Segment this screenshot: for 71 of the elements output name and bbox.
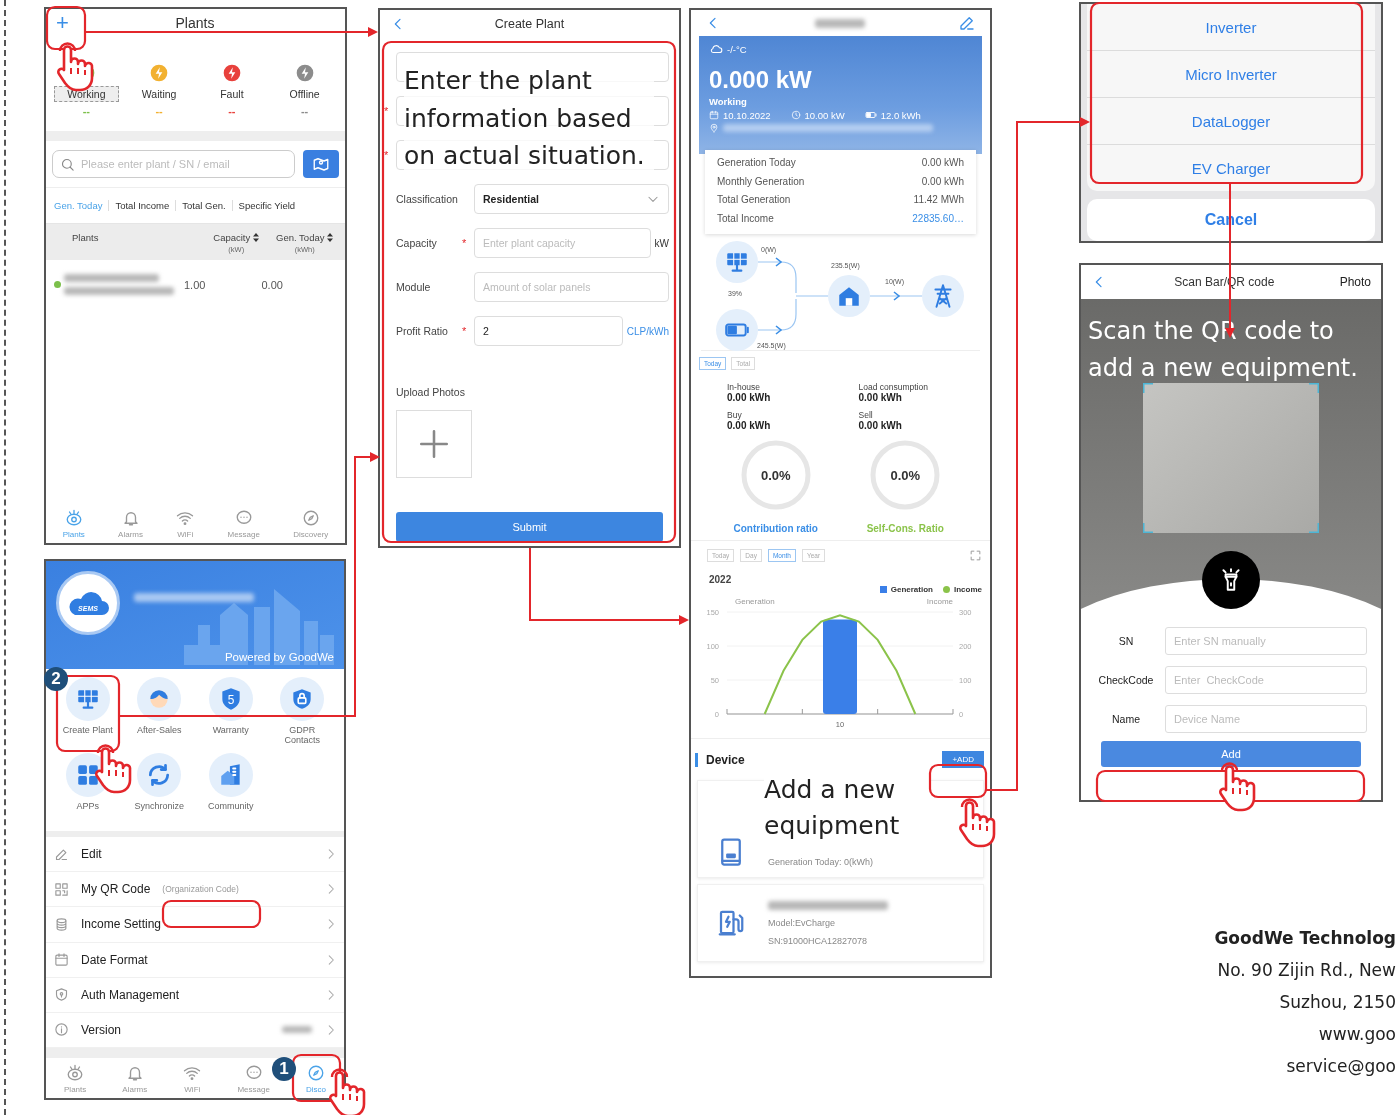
required-mark: * — [462, 325, 468, 337]
date-text: 10.10.2022 — [723, 109, 771, 121]
stat-label: Generation Today — [717, 156, 796, 170]
stat-value: 22835.60… — [912, 211, 964, 226]
service-label: GDPR Contacts — [283, 725, 321, 747]
field-label: Capacity — [396, 237, 438, 249]
required-mark: * — [384, 149, 389, 161]
energy-value: 0.00 kWh — [727, 420, 772, 431]
required-mark: * — [384, 105, 389, 117]
chart-title: 2022 — [708, 573, 733, 585]
status-count: -- — [82, 105, 91, 117]
powered-by-text: Powered by GoodWe — [224, 651, 334, 663]
stat-value: 0.00 kWh — [921, 156, 964, 170]
service-label: Create Plant — [61, 725, 114, 737]
field-label: CheckCode — [1097, 674, 1155, 686]
field-label: Classification — [396, 193, 456, 205]
unit-label: kW — [653, 237, 669, 249]
column-header: Gen. Today — [276, 232, 325, 243]
device-info: Generation Today: 0(kWh) — [768, 857, 873, 867]
stat-label: Monthly Generation — [717, 174, 805, 189]
field-label: Upload Photos — [396, 386, 466, 398]
service-label: APPs — [75, 801, 100, 813]
screen-title: Plants — [175, 15, 215, 31]
column-header: Plants — [72, 232, 99, 243]
address-text: Suzhou, 2150 — [1279, 992, 1396, 1012]
axis-title: Generation — [735, 597, 775, 606]
energy-value: 0.00 kWh — [727, 392, 772, 403]
status-count: -- — [300, 105, 309, 117]
column-header: Capacity — [213, 232, 251, 243]
status-count: -- — [228, 105, 236, 117]
company-name: GoodWe Technolog — [1214, 928, 1396, 948]
field-label: Name — [1111, 713, 1141, 725]
energy-value: 0.00 kWh — [858, 392, 903, 403]
field-label: Profit Ratio — [396, 325, 449, 337]
weather-text: -/-°C — [727, 43, 747, 55]
table-cell-text: 1.00 — [184, 278, 207, 291]
required-mark: * — [462, 237, 468, 249]
service-label: Warranty — [211, 725, 250, 737]
stat-value: 11.42 MWh — [913, 193, 964, 207]
battery-text: 12.0 kWh — [880, 109, 921, 121]
legend-label: Income — [954, 585, 982, 594]
field-label: Module — [396, 281, 432, 293]
stat-value: 0.00 kWh — [921, 174, 964, 189]
service-label: After-Sales — [136, 725, 183, 737]
service-label: Community — [207, 801, 255, 813]
capacity-text: 10.00 kW — [804, 109, 845, 121]
legend-label: Generation — [890, 585, 933, 594]
ratio-value: 0.0% — [890, 467, 921, 483]
plant-status: Working — [709, 96, 748, 107]
ratio-label: Self-Cons. Ratio — [866, 523, 944, 534]
table-cell-text: 0.00 — [261, 278, 284, 291]
stat-label: Total Generation — [717, 193, 791, 207]
power-value: 0.000 kW — [709, 66, 813, 94]
energy-label: Buy — [727, 410, 743, 420]
ratio-label: Contribution ratio — [733, 523, 818, 534]
device-info: Model:EvCharge — [768, 917, 837, 928]
energy-label: In-house — [727, 382, 762, 392]
status-count: -- — [155, 105, 163, 117]
ratio-value: 0.0% — [760, 467, 791, 483]
axis-title: Income — [926, 597, 953, 606]
screen-title: Create Plant — [493, 17, 566, 31]
section-title: Device — [706, 752, 745, 767]
energy-label: Sell — [858, 410, 874, 420]
address-text: No. 90 Zijin Rd., New — [1217, 960, 1396, 980]
device-info: SN:91000HCA12827078 — [768, 935, 869, 946]
energy-value: 0.00 kWh — [858, 420, 903, 431]
menu-note: (Organization Code) — [162, 884, 239, 895]
service-label: Synchronize — [133, 801, 185, 813]
stat-label: Total Income — [717, 211, 774, 226]
field-label: SN — [1117, 635, 1135, 647]
energy-label: Load consumption — [858, 382, 929, 392]
